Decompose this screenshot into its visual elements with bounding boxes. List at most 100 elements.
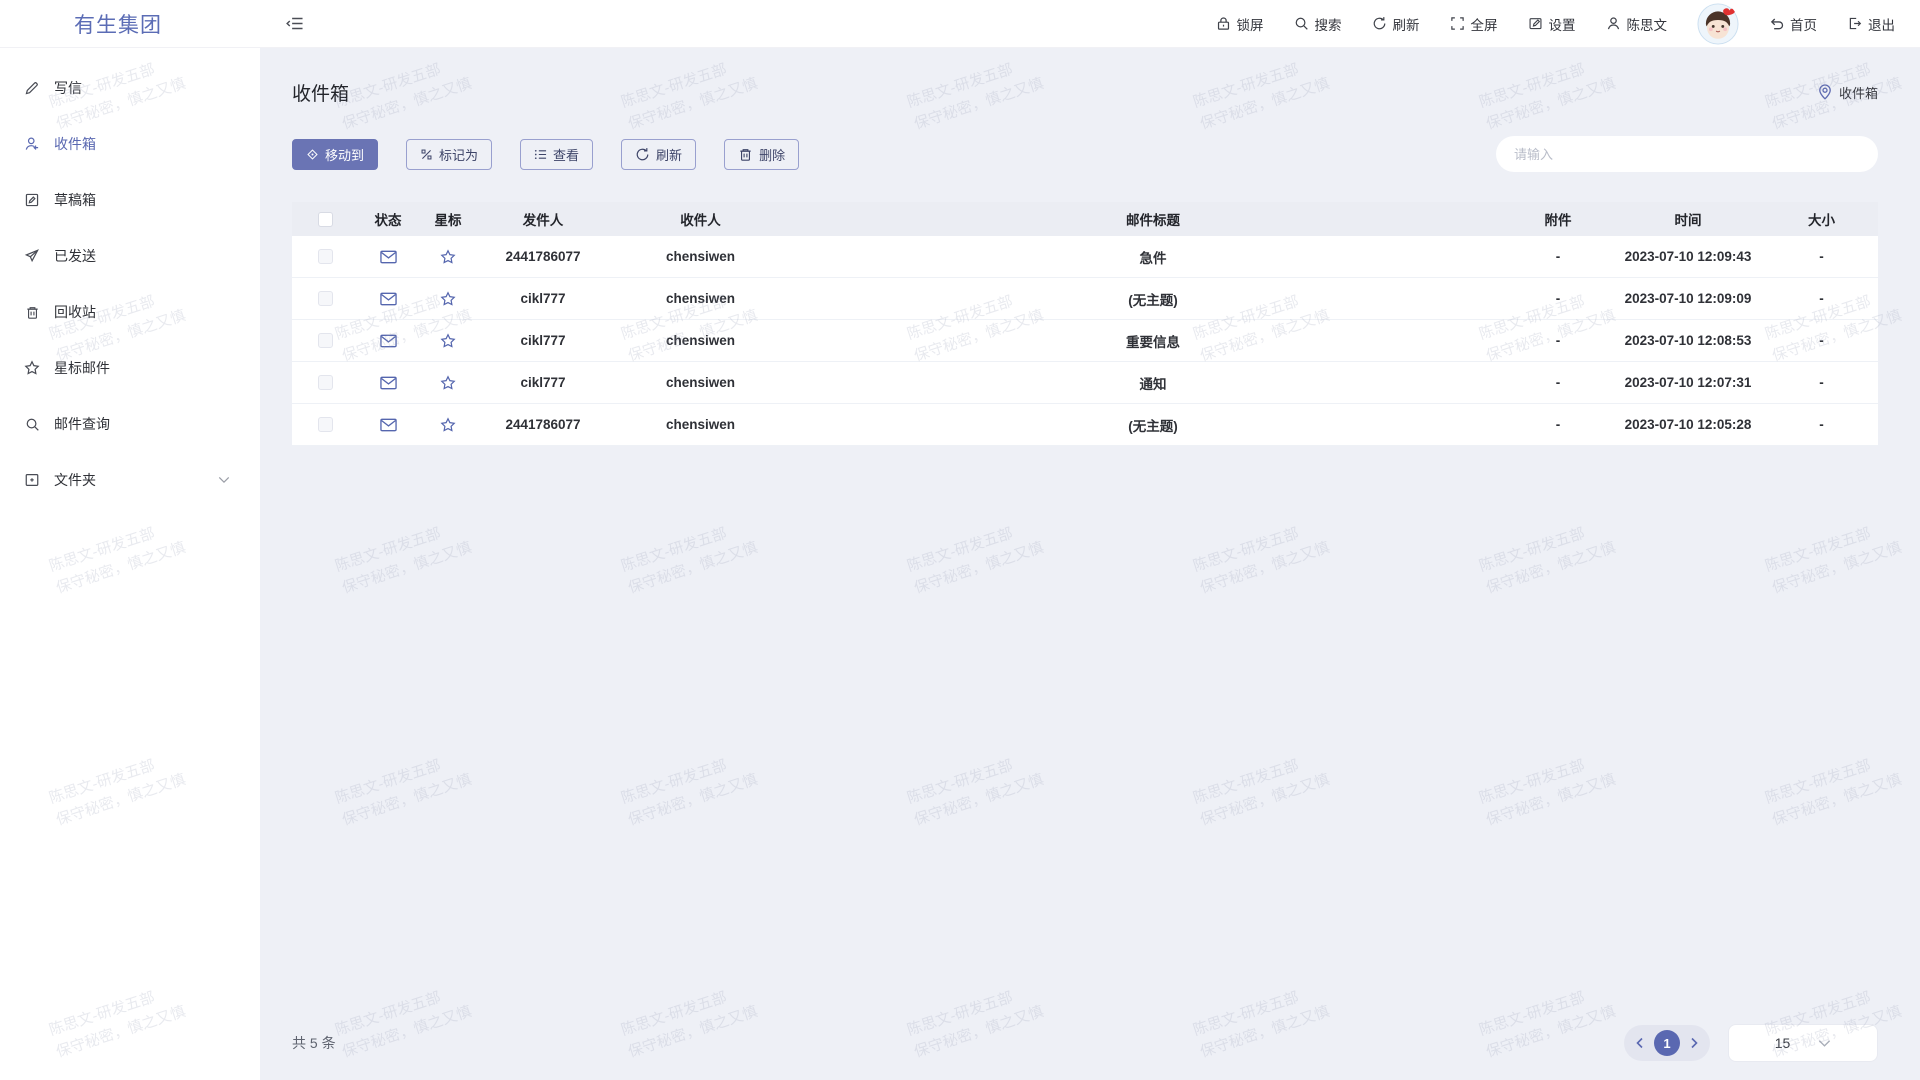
sidebar-item-starred[interactable]: 星标邮件 (0, 340, 260, 396)
user-icon (1606, 16, 1621, 31)
breadcrumb: 收件箱 (1818, 83, 1878, 102)
star-icon (23, 360, 41, 376)
chevron-down-icon[interactable] (218, 476, 230, 484)
cell-attachment: - (1513, 375, 1603, 390)
sidebar-item-label: 草稿箱 (54, 190, 96, 210)
page-size-value: 15 (1775, 1035, 1791, 1051)
topbar-item-current-user[interactable]: 陈思文 (1606, 14, 1668, 34)
sidebar-item-folders[interactable]: 文件夹 (0, 452, 260, 508)
sidebar-item-label: 写信 (54, 78, 82, 98)
row-checkbox[interactable] (318, 333, 333, 348)
table-row[interactable]: 2441786077chensiwen急件-2023-07-10 12:09:4… (292, 236, 1878, 278)
table-header: 状态星标发件人收件人邮件标题附件时间大小 (292, 202, 1878, 236)
table-row[interactable]: cikl777chensiwen通知-2023-07-10 12:07:31- (292, 362, 1878, 404)
table-row[interactable]: 2441786077chensiwen(无主题)-2023-07-10 12:0… (292, 404, 1878, 446)
sidebar-item-mail-query[interactable]: 邮件查询 (0, 396, 260, 452)
total-count: 共 5 条 (292, 1033, 336, 1053)
move-to-button[interactable]: 移动到 (292, 139, 378, 170)
star-toggle-icon[interactable] (440, 291, 456, 307)
user-avatar[interactable] (1697, 3, 1739, 45)
mail-status-icon[interactable] (380, 250, 397, 264)
star-toggle-icon[interactable] (440, 333, 456, 349)
topbar-item-home[interactable]: 首页 (1769, 14, 1817, 34)
row-checkbox[interactable] (318, 291, 333, 306)
cell-size: - (1773, 333, 1870, 348)
refresh-button[interactable]: 刷新 (621, 139, 696, 170)
sidebar: 写信收件箱草稿箱已发送回收站星标邮件邮件查询文件夹 (0, 48, 260, 1080)
topbar-item-lock-screen[interactable]: 锁屏 (1216, 14, 1264, 34)
button-label: 删除 (759, 145, 785, 164)
brand-logo: 有生集团 (0, 9, 260, 39)
compose-icon (23, 80, 41, 96)
current-page[interactable]: 1 (1654, 1030, 1680, 1056)
location-pin-icon (1818, 84, 1832, 100)
view-button[interactable]: 查看 (520, 139, 593, 170)
topbar-item-fullscreen[interactable]: 全屏 (1450, 14, 1498, 34)
sidebar-item-drafts[interactable]: 草稿箱 (0, 172, 260, 228)
column-header: 时间 (1603, 209, 1773, 229)
table-body: 2441786077chensiwen急件-2023-07-10 12:09:4… (292, 236, 1878, 446)
topbar-item-logout[interactable]: 退出 (1847, 14, 1895, 34)
folder-add-icon (23, 472, 41, 488)
button-label: 查看 (553, 145, 579, 164)
cell-sender: cikl777 (478, 375, 608, 390)
main-panel: 收件箱 收件箱 移动到标记为查看刷新删除 状态星标发件人收件人邮件标题附件时间大… (260, 48, 1920, 1080)
topbar-actions: 锁屏 搜索 刷新 全屏 设置 陈思文 首页 退出 (1216, 3, 1920, 45)
delete-button[interactable]: 删除 (724, 139, 799, 170)
cell-recipient: chensiwen (608, 291, 793, 306)
breadcrumb-label: 收件箱 (1839, 83, 1878, 102)
topbar: 有生集团 锁屏 搜索 刷新 全屏 设置 陈思文 首页 退出 (0, 0, 1920, 48)
cell-attachment: - (1513, 291, 1603, 306)
next-page-button[interactable] (1689, 1037, 1699, 1049)
column-header: 附件 (1513, 209, 1603, 229)
menu-collapse-icon[interactable] (286, 16, 303, 31)
cell-sender: cikl777 (478, 333, 608, 348)
row-checkbox[interactable] (318, 417, 333, 432)
search-input[interactable] (1496, 136, 1878, 172)
mail-status-icon[interactable] (380, 292, 397, 306)
cell-time: 2023-07-10 12:08:53 (1603, 333, 1773, 348)
cell-subject: 重要信息 (793, 331, 1513, 351)
column-header: 星标 (418, 209, 478, 229)
topbar-item-refresh[interactable]: 刷新 (1372, 14, 1420, 34)
sidebar-item-compose[interactable]: 写信 (0, 60, 260, 116)
toolbar: 移动到 标记为 查看 刷新 删除 (292, 136, 1878, 172)
trash-icon (738, 147, 753, 162)
sidebar-item-label: 已发送 (54, 246, 96, 266)
table-row[interactable]: cikl777chensiwen(无主题)-2023-07-10 12:09:0… (292, 278, 1878, 320)
star-toggle-icon[interactable] (440, 249, 456, 265)
prev-page-button[interactable] (1635, 1037, 1645, 1049)
mail-status-icon[interactable] (380, 376, 397, 390)
pagination: 1 (1624, 1025, 1710, 1061)
topbar-item-search[interactable]: 搜索 (1294, 14, 1342, 34)
sidebar-item-inbox[interactable]: 收件箱 (0, 116, 260, 172)
page-size-select[interactable]: 15 (1728, 1024, 1878, 1062)
topbar-item-settings[interactable]: 设置 (1528, 14, 1576, 34)
cell-attachment: - (1513, 333, 1603, 348)
select-all-checkbox[interactable] (318, 212, 333, 227)
sidebar-item-label: 星标邮件 (54, 358, 110, 378)
column-header: 大小 (1773, 209, 1870, 229)
mail-status-icon[interactable] (380, 418, 397, 432)
row-checkbox[interactable] (318, 375, 333, 390)
chevron-down-icon (1818, 1039, 1831, 1048)
mail-status-icon[interactable] (380, 334, 397, 348)
sidebar-item-label: 文件夹 (54, 470, 96, 490)
star-toggle-icon[interactable] (440, 375, 456, 391)
star-toggle-icon[interactable] (440, 417, 456, 433)
row-checkbox[interactable] (318, 249, 333, 264)
topbar-item-label: 设置 (1549, 14, 1576, 34)
search-icon (23, 417, 41, 432)
home-icon (1769, 16, 1784, 31)
sidebar-item-trash[interactable]: 回收站 (0, 284, 260, 340)
button-label: 移动到 (325, 145, 364, 164)
trash-icon (23, 305, 41, 320)
mark-as-button[interactable]: 标记为 (406, 139, 492, 170)
cell-subject: 通知 (793, 373, 1513, 393)
cell-size: - (1773, 291, 1870, 306)
refresh-icon (635, 147, 650, 162)
cell-attachment: - (1513, 417, 1603, 432)
sidebar-item-sent[interactable]: 已发送 (0, 228, 260, 284)
table-row[interactable]: cikl777chensiwen重要信息-2023-07-10 12:08:53… (292, 320, 1878, 362)
cell-size: - (1773, 249, 1870, 264)
